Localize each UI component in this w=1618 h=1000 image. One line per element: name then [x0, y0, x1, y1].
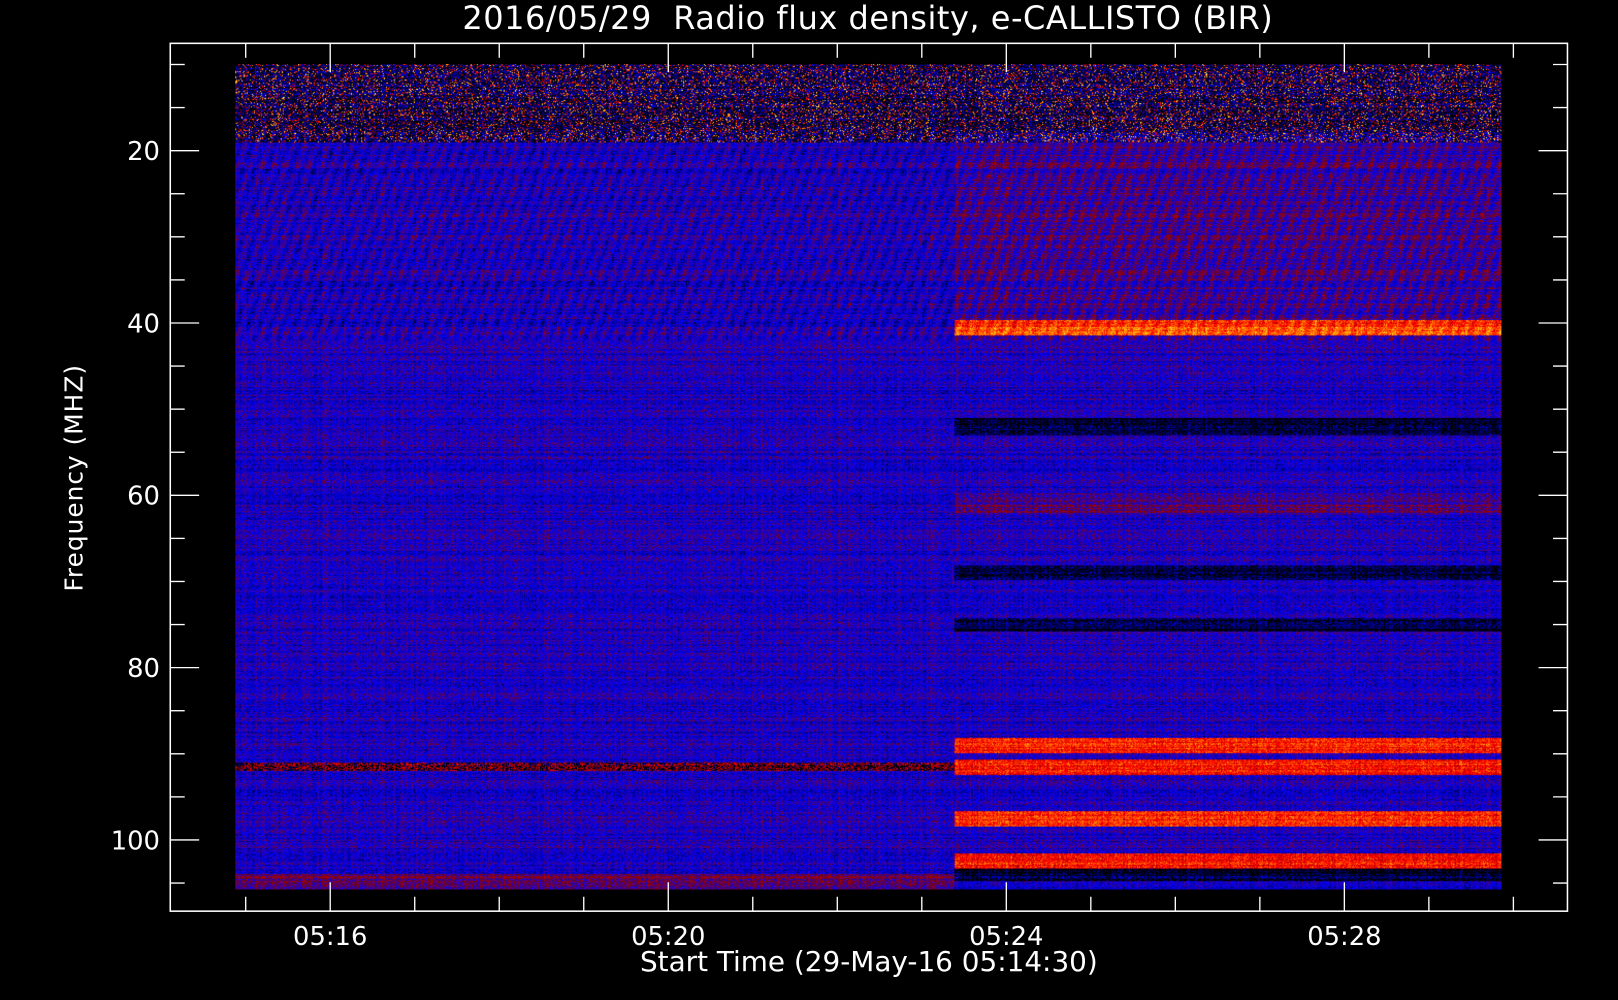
- plot-axes: 2040608010005:16 05:20 05:24 05:28: [111, 42, 1569, 952]
- y-tick-label: 40: [127, 309, 160, 339]
- spectrogram-figure: 2016/05/29 Radio flux density, e-CALLIST…: [0, 0, 1618, 1000]
- y-axis-label: Frequency (MHZ): [59, 363, 89, 592]
- y-tick-label: 100: [111, 826, 160, 856]
- y-tick-label: 80: [127, 654, 160, 684]
- y-tick-label: 60: [127, 482, 160, 512]
- y-tick-label: 20: [127, 137, 160, 167]
- plot-frame: [169, 42, 1569, 912]
- x-axis-label: Start Time (29-May-16 05:14:30): [639, 946, 1098, 979]
